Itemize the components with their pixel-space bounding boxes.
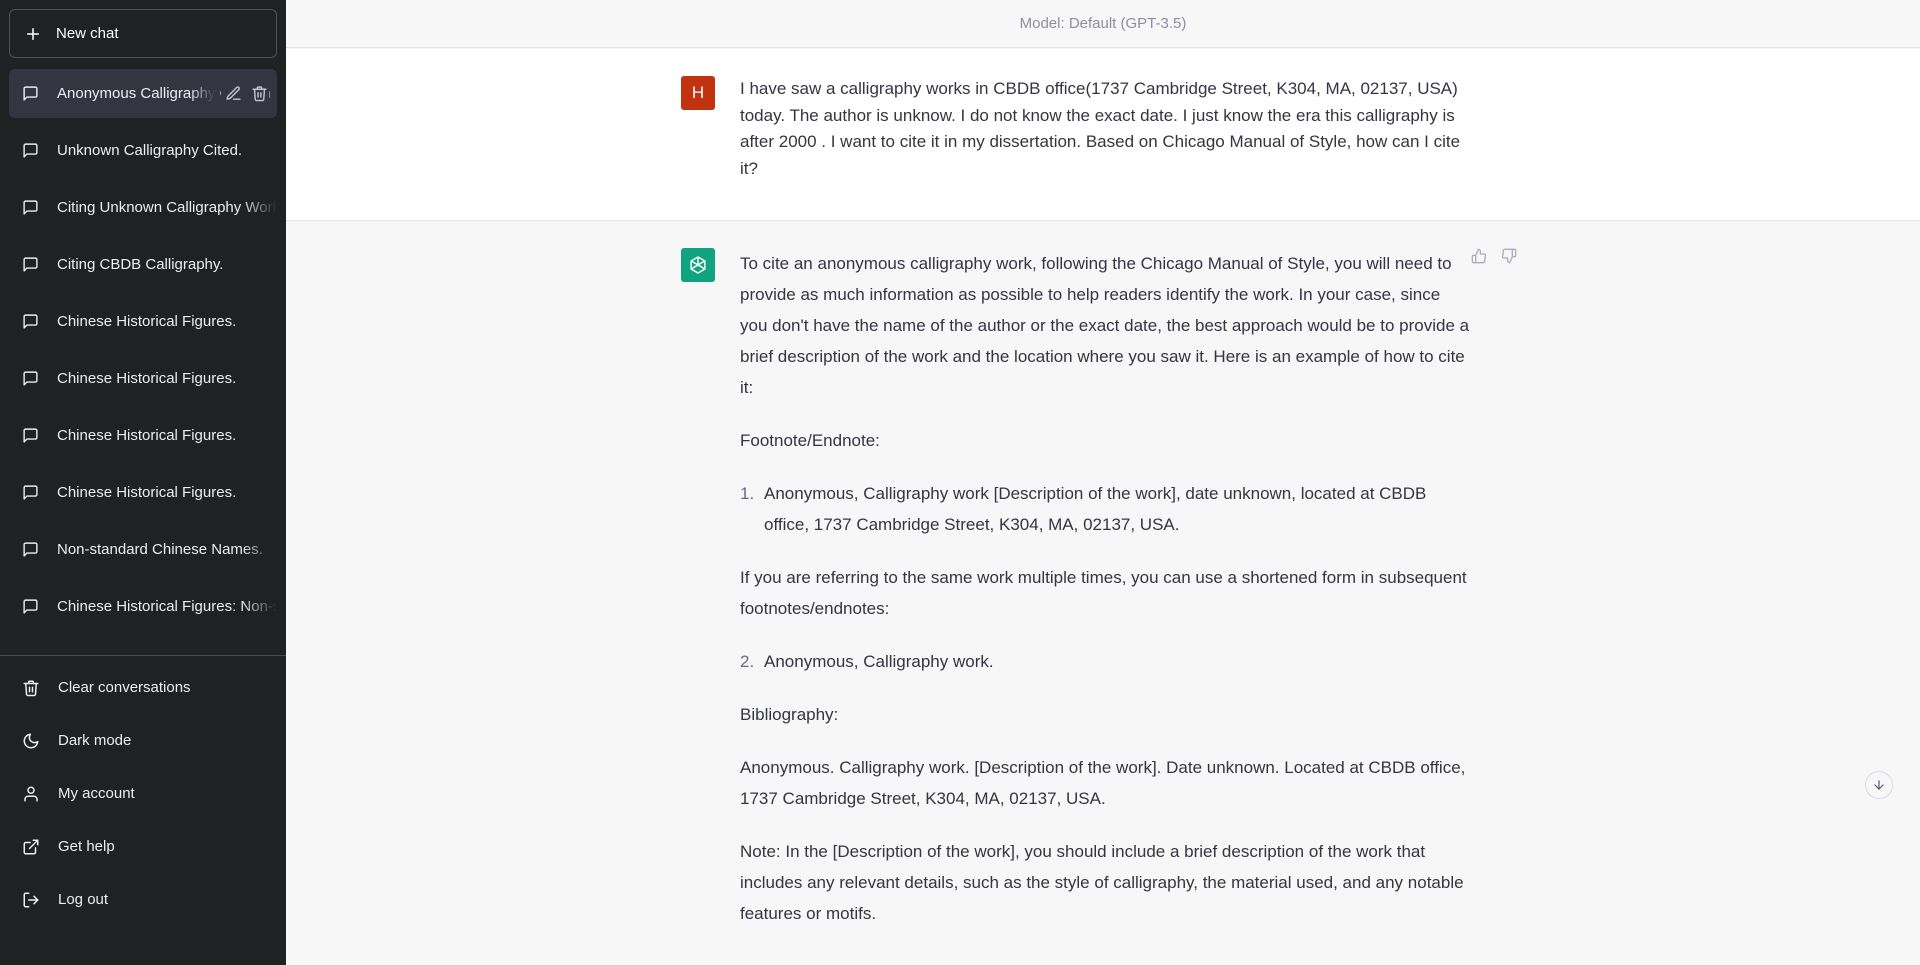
plus-icon bbox=[24, 25, 42, 43]
feedback-buttons bbox=[1471, 248, 1519, 266]
chat-bubble-icon bbox=[22, 256, 39, 273]
conversation-label: Citing CBDB Calligraphy. bbox=[57, 256, 224, 273]
chat-bubble-icon bbox=[22, 85, 39, 102]
arrow-down-icon bbox=[1872, 778, 1886, 792]
scroll-to-bottom-button[interactable] bbox=[1865, 771, 1893, 799]
conversation-item[interactable]: Chinese Historical Figures. bbox=[9, 468, 277, 517]
conversation-list: Anonymous Calligraphy Citation Unknown C… bbox=[9, 69, 277, 639]
conversation-label: Chinese Historical Figures. bbox=[57, 313, 237, 330]
conversation-item[interactable]: Citing CBDB Calligraphy. bbox=[9, 240, 277, 289]
sidebar-menu: Clear conversations Dark mode My account… bbox=[9, 661, 277, 926]
conversation-item[interactable]: Chinese Historical Figures. bbox=[9, 297, 277, 346]
moon-icon bbox=[22, 732, 40, 750]
chat-bubble-icon bbox=[22, 427, 39, 444]
label-fade bbox=[241, 582, 277, 631]
list-item: 2. Anonymous, Calligraphy work. bbox=[740, 646, 1470, 677]
label-fade bbox=[241, 183, 277, 232]
chat-bubble-icon bbox=[22, 598, 39, 615]
user-icon bbox=[22, 785, 40, 803]
log-out-button[interactable]: Log out bbox=[9, 873, 277, 926]
sidebar-divider bbox=[0, 655, 286, 656]
chat-bubble-icon bbox=[22, 370, 39, 387]
sidebar: New chat Anonymous Calligraphy Citation bbox=[0, 0, 286, 965]
bibliography-heading: Bibliography: bbox=[740, 705, 839, 724]
menu-label: Dark mode bbox=[58, 732, 132, 749]
footnote-heading: Footnote/Endnote: bbox=[740, 431, 880, 450]
conversation-item[interactable]: Anonymous Calligraphy Citation bbox=[9, 69, 277, 118]
conversation-label: Chinese Historical Figures. bbox=[57, 370, 237, 387]
my-account-button[interactable]: My account bbox=[9, 767, 277, 820]
list-item: 1. Anonymous, Calligraphy work [Descript… bbox=[740, 478, 1470, 540]
assistant-message-text: To cite an anonymous calligraphy work, f… bbox=[740, 248, 1470, 951]
chat-bubble-icon bbox=[22, 484, 39, 501]
conversation-label: Chinese Historical Figures. bbox=[57, 484, 237, 501]
conversation-item[interactable]: Non-standard Chinese Names. bbox=[9, 525, 277, 574]
chat-bubble-icon bbox=[22, 313, 39, 330]
conversation-item[interactable]: Chinese Historical Figures. bbox=[9, 354, 277, 403]
chat-bubble-icon bbox=[22, 541, 39, 558]
user-message-text: I have saw a calligraphy works in CBDB o… bbox=[740, 79, 1461, 178]
user-avatar: H bbox=[681, 76, 715, 110]
list-item-text: Anonymous, Calligraphy work [Description… bbox=[764, 484, 1427, 534]
menu-label: Clear conversations bbox=[58, 679, 191, 696]
trash-icon[interactable] bbox=[251, 85, 269, 103]
logout-icon bbox=[22, 891, 40, 909]
bibliography-entry: Anonymous. Calligraphy work. [Descriptio… bbox=[740, 758, 1466, 808]
dark-mode-button[interactable]: Dark mode bbox=[9, 714, 277, 767]
get-help-link[interactable]: Get help bbox=[9, 820, 277, 873]
menu-label: My account bbox=[58, 785, 135, 802]
conversation-item[interactable]: Chinese Historical Figures. bbox=[9, 411, 277, 460]
conversation-item[interactable]: Chinese Historical Figures: Non-standard bbox=[9, 582, 277, 631]
menu-label: Get help bbox=[58, 838, 115, 855]
pencil-icon[interactable] bbox=[225, 85, 243, 103]
response-intro: To cite an anonymous calligraphy work, f… bbox=[740, 254, 1470, 397]
label-fade bbox=[189, 69, 215, 118]
external-link-icon bbox=[22, 838, 40, 856]
conversation-actions bbox=[221, 69, 269, 118]
new-chat-button[interactable]: New chat bbox=[9, 9, 277, 58]
conversation-item[interactable]: Unknown Calligraphy Cited. bbox=[9, 126, 277, 175]
conversation-item[interactable]: Citing Unknown Calligraphy Work bbox=[9, 183, 277, 232]
openai-logo-icon bbox=[681, 248, 715, 282]
assistant-message: To cite an anonymous calligraphy work, f… bbox=[286, 232, 1920, 965]
list-number: 1. bbox=[740, 484, 755, 503]
user-message: H I have saw a calligraphy works in CBDB… bbox=[286, 49, 1920, 221]
label-fade bbox=[241, 525, 277, 574]
model-indicator: Model: Default (GPT-3.5) bbox=[286, 0, 1920, 48]
conversation-label: Non-standard Chinese Names. bbox=[57, 541, 263, 558]
response-note: Note: In the [Description of the work], … bbox=[740, 842, 1464, 923]
trash-icon bbox=[22, 679, 40, 697]
chat-main: Model: Default (GPT-3.5) H I have saw a … bbox=[286, 0, 1920, 965]
thumbs-up-icon[interactable] bbox=[1471, 248, 1489, 266]
clear-conversations-button[interactable]: Clear conversations bbox=[9, 661, 277, 714]
conversation-label: Unknown Calligraphy Cited. bbox=[57, 142, 243, 159]
conversation-label: Chinese Historical Figures. bbox=[57, 427, 237, 444]
menu-label: Log out bbox=[58, 891, 109, 908]
thumbs-down-icon[interactable] bbox=[1501, 248, 1519, 266]
list-number: 2. bbox=[740, 652, 755, 671]
chat-bubble-icon bbox=[22, 142, 39, 159]
list-item-text: Anonymous, Calligraphy work. bbox=[764, 652, 994, 671]
shortened-form-text: If you are referring to the same work mu… bbox=[740, 568, 1467, 618]
new-chat-label: New chat bbox=[56, 25, 119, 42]
chat-bubble-icon bbox=[22, 199, 39, 216]
